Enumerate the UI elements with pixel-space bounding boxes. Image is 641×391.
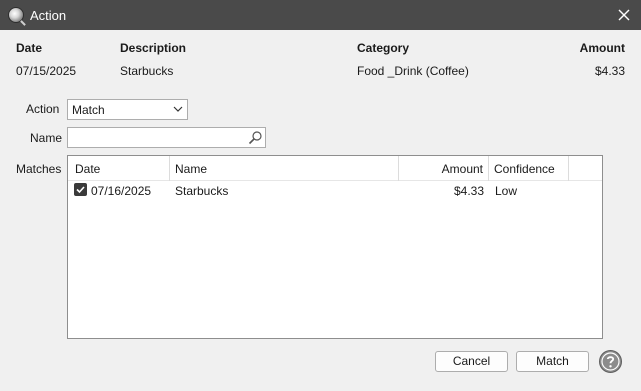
transaction-description: Starbucks	[120, 64, 174, 78]
cancel-button[interactable]: Cancel	[435, 351, 508, 372]
match-name: Starbucks	[175, 184, 229, 198]
close-icon[interactable]	[613, 4, 635, 26]
matches-label: Matches	[16, 162, 62, 176]
name-search-field[interactable]	[67, 127, 266, 148]
action-select-value: Match	[72, 103, 105, 117]
column-date-label: Date	[75, 162, 101, 176]
checkmark-icon	[76, 186, 85, 194]
magnifier-app-icon	[8, 7, 24, 23]
match-confidence: Low	[495, 184, 518, 198]
transaction-date: 07/15/2025	[16, 64, 77, 78]
column-confidence[interactable]: Confidence	[489, 156, 569, 181]
help-icon[interactable]	[598, 349, 623, 374]
header-amount: Amount	[579, 41, 625, 55]
match-button[interactable]: Match	[516, 351, 589, 372]
column-date[interactable]: Date	[68, 156, 170, 181]
chevron-down-icon	[173, 106, 183, 112]
match-amount: $4.33	[453, 184, 484, 198]
header-description: Description	[120, 41, 187, 55]
transaction-amount: $4.33	[594, 64, 625, 78]
header-date: Date	[16, 41, 43, 55]
title-bar: Action	[0, 0, 641, 30]
match-date: 07/16/2025	[91, 184, 152, 198]
header-category: Category	[357, 41, 410, 55]
transaction-category: Food _Drink (Coffee)	[357, 64, 469, 78]
action-select[interactable]: Match	[67, 99, 188, 120]
matches-grid[interactable]: Date Name Amount Confidence 07/16/2025 S…	[67, 155, 603, 339]
name-input[interactable]	[71, 130, 246, 145]
match-checkbox[interactable]	[74, 183, 87, 196]
search-icon[interactable]	[247, 130, 263, 146]
name-label: Name	[30, 131, 63, 145]
column-amount[interactable]: Amount	[399, 156, 489, 181]
column-name[interactable]: Name	[170, 156, 399, 181]
column-name-label: Name	[175, 162, 208, 176]
column-amount-label: Amount	[441, 162, 483, 176]
matches-grid-header: Date Name Amount Confidence	[68, 156, 602, 181]
table-row[interactable]: 07/16/2025 Starbucks $4.33 Low	[68, 181, 602, 203]
window-title: Action	[30, 8, 67, 23]
action-label: Action	[26, 102, 60, 116]
column-confidence-label: Confidence	[494, 162, 555, 176]
